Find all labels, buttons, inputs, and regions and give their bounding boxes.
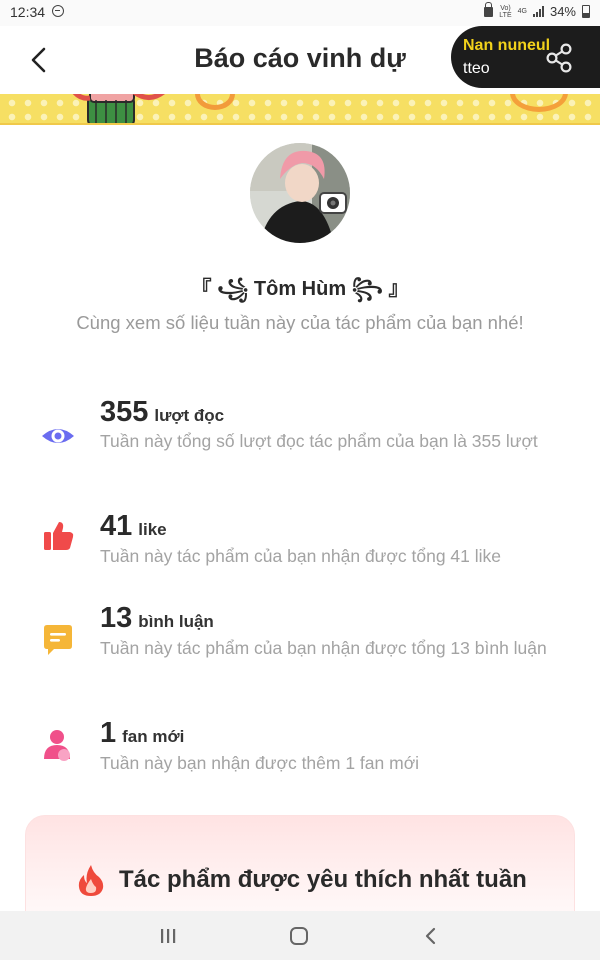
stat-number: 13 <box>100 602 133 634</box>
battery-percent: 34% <box>549 4 576 19</box>
user-name: 『 ꧁ Tôm Hùm ꧂ 』 <box>191 278 409 300</box>
stat-description: Tuần này tác phẩm của bạn nhận được tổng… <box>100 638 547 658</box>
stat-description: Tuần này bạn nhận được thêm 1 fan mới <box>100 753 420 773</box>
stat-head: 41 like <box>100 510 167 543</box>
header: Báo cáo vinh dự Nan nuneul tteo <box>0 26 600 94</box>
stat-unit: bình luận <box>138 612 214 631</box>
status-bar: 12:34 Vo) LTE 4G 34% <box>0 0 600 26</box>
favorite-works-title: Tác phẩm được yêu thích nhất tuần <box>119 866 527 893</box>
home-button[interactable] <box>290 927 308 945</box>
nav-back-button[interactable] <box>421 926 441 946</box>
pill-subtext: tteo <box>463 60 490 77</box>
avatar-photo <box>250 143 350 243</box>
person-icon <box>44 730 70 761</box>
pill-name: Nan nuneul <box>463 37 551 54</box>
eye-icon <box>42 429 74 443</box>
lock-icon <box>484 1 494 17</box>
banner-character-illustration <box>72 94 165 123</box>
share-icon[interactable] <box>543 42 575 74</box>
status-indicators: Vo) LTE 4G 34% <box>484 1 590 19</box>
battery-icon <box>582 5 590 18</box>
do-not-disturb-icon <box>52 5 64 17</box>
stat-head: 355 lượt đọc <box>100 396 224 429</box>
network-type-label: 4G <box>517 8 527 15</box>
stat-unit: fan mới <box>122 727 185 746</box>
share-pill[interactable]: Nan nuneul tteo <box>451 26 600 88</box>
stat-head: 1 fan mới <box>100 717 184 750</box>
subtitle: Cùng xem số liệu tuần này của tác phẩm c… <box>76 312 524 333</box>
banner <box>0 94 600 125</box>
stat-description: Tuần này tổng số lượt đọc tác phẩm của b… <box>100 431 538 451</box>
stat-number: 355 <box>100 396 149 428</box>
stat-number: 1 <box>100 717 117 749</box>
stat-unit: like <box>138 520 167 539</box>
stat-head: 13 bình luận <box>100 602 214 635</box>
stat-description: Tuần này tác phẩm của bạn nhận được tổng… <box>100 546 501 566</box>
system-nav-bar <box>0 911 600 960</box>
volte-label: Vo) LTE <box>499 4 512 19</box>
stat-number: 41 <box>100 510 133 542</box>
recent-apps-button[interactable] <box>158 927 178 945</box>
fire-icon <box>78 865 104 896</box>
status-time: 12:34 <box>10 4 46 20</box>
stat-unit: lượt đọc <box>154 406 225 425</box>
comment-icon <box>44 625 72 655</box>
avatar <box>250 143 350 243</box>
thumbs-up-icon <box>44 522 74 550</box>
signal-icon <box>532 6 544 17</box>
